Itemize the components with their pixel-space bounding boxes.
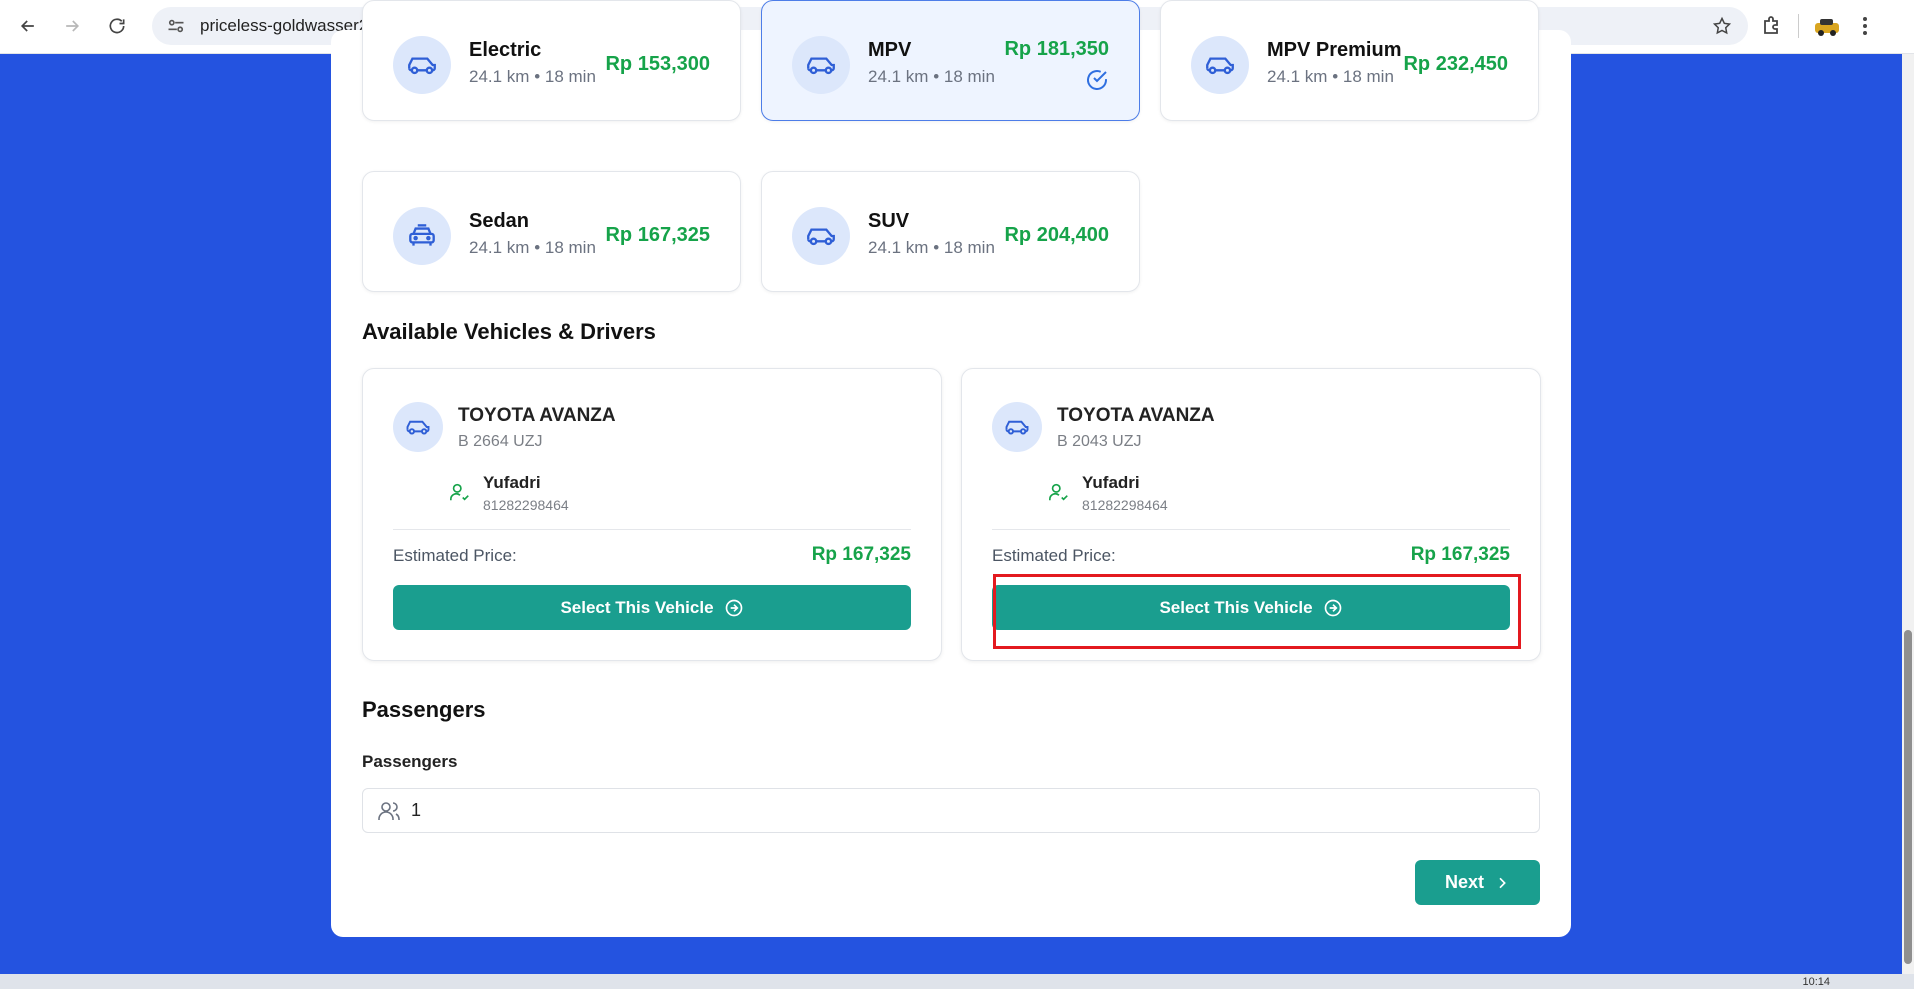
car-icon — [393, 402, 443, 452]
passengers-input[interactable]: 1 — [362, 788, 1540, 833]
scrollbar-thumb[interactable] — [1904, 630, 1912, 964]
vehicle-type-name: MPV Premium — [1267, 39, 1402, 61]
check-circle-icon — [1087, 70, 1107, 90]
divider — [393, 529, 911, 530]
vehicle-plate: B 2664 UZJ — [458, 433, 543, 450]
driver-phone: 81282298464 — [483, 497, 569, 513]
user-check-icon — [450, 483, 469, 501]
annotation-highlight-box — [993, 574, 1521, 649]
reload-icon[interactable] — [95, 4, 139, 48]
users-icon — [378, 801, 400, 820]
profile-avatar-icon[interactable] — [1813, 15, 1841, 37]
car-icon — [1191, 36, 1249, 94]
back-icon[interactable] — [6, 4, 50, 48]
vehicle-type-price: Rp 232,450 — [1403, 53, 1508, 75]
select-vehicle-label: Select This Vehicle — [560, 597, 714, 617]
vehicle-type-meta: 24.1 km • 18 min — [469, 238, 596, 257]
user-check-icon — [1049, 483, 1068, 501]
driver-name: Yufadri — [1082, 473, 1140, 492]
vehicle-type-card-electric[interactable]: Electric 24.1 km • 18 min Rp 153,300 — [362, 0, 741, 121]
car-icon — [792, 207, 850, 265]
car-icon — [393, 36, 451, 94]
bookmark-star-icon[interactable] — [1712, 16, 1732, 36]
toolbar-divider — [1798, 14, 1799, 38]
vehicle-type-meta: 24.1 km • 18 min — [868, 238, 995, 257]
vehicle-type-meta: 24.1 km • 18 min — [868, 67, 995, 86]
site-settings-icon[interactable] — [166, 16, 186, 36]
vehicle-model: TOYOTA AVANZA — [1057, 405, 1215, 426]
estimated-price-label: Estimated Price: — [992, 546, 1116, 565]
vehicle-type-card-mpv-premium[interactable]: MPV Premium 24.1 km • 18 min Rp 232,450 — [1160, 0, 1539, 121]
next-label: Next — [1444, 872, 1484, 892]
estimated-price-label: Estimated Price: — [393, 546, 517, 565]
vehicle-model: TOYOTA AVANZA — [458, 405, 616, 426]
browser-actions — [1760, 7, 1875, 45]
passengers-value: 1 — [411, 800, 422, 820]
vehicle-card: TOYOTA AVANZA B 2664 UZJ Yufadri 8128229… — [362, 368, 942, 661]
estimated-price-value: Rp 167,325 — [1410, 544, 1510, 565]
vehicle-type-price: Rp 204,400 — [1004, 224, 1109, 246]
vehicle-type-name: Sedan — [469, 210, 530, 232]
next-button[interactable]: Next — [1415, 860, 1540, 905]
booking-form-card: Electric 24.1 km • 18 min Rp 153,300 MPV… — [331, 0, 1571, 937]
vehicle-plate: B 2043 UZJ — [1057, 433, 1142, 450]
estimated-price-value: Rp 167,325 — [811, 544, 911, 565]
taskbar-clock: 10:14 — [1802, 976, 1830, 988]
vehicle-type-price: Rp 181,350 — [1004, 38, 1109, 60]
arrow-right-circle-icon — [725, 599, 742, 616]
chevron-right-icon — [1499, 877, 1506, 888]
divider — [992, 529, 1510, 530]
vehicle-type-card-sedan[interactable]: Sedan 24.1 km • 18 min Rp 167,325 — [362, 171, 741, 292]
vehicle-type-price: Rp 167,325 — [605, 224, 710, 246]
available-vehicles-title: Available Vehicles & Drivers — [362, 319, 656, 344]
passengers-section-title: Passengers — [362, 697, 486, 722]
passengers-label: Passengers — [362, 752, 458, 771]
os-taskbar: 10:14 — [0, 974, 1914, 989]
vehicle-type-card-mpv[interactable]: MPV 24.1 km • 18 min Rp 181,350 — [761, 0, 1140, 121]
driver-name: Yufadri — [483, 473, 541, 492]
vehicle-type-card-suv[interactable]: SUV 24.1 km • 18 min Rp 204,400 — [761, 171, 1140, 292]
driver-phone: 81282298464 — [1082, 497, 1168, 513]
vehicle-type-name: Electric — [469, 39, 542, 61]
vehicle-type-meta: 24.1 km • 18 min — [1267, 67, 1394, 86]
vehicle-type-name: MPV — [868, 39, 912, 61]
forward-icon[interactable] — [50, 4, 94, 48]
car-icon — [792, 36, 850, 94]
vehicle-type-price: Rp 153,300 — [605, 53, 710, 75]
extensions-icon[interactable] — [1760, 14, 1784, 38]
car-icon — [992, 402, 1042, 452]
menu-kebab-icon[interactable] — [1855, 14, 1875, 38]
select-vehicle-button[interactable]: Select This Vehicle — [393, 585, 911, 630]
vehicle-type-name: SUV — [868, 210, 910, 232]
vehicle-type-meta: 24.1 km • 18 min — [469, 67, 596, 86]
taxi-icon — [393, 207, 451, 265]
